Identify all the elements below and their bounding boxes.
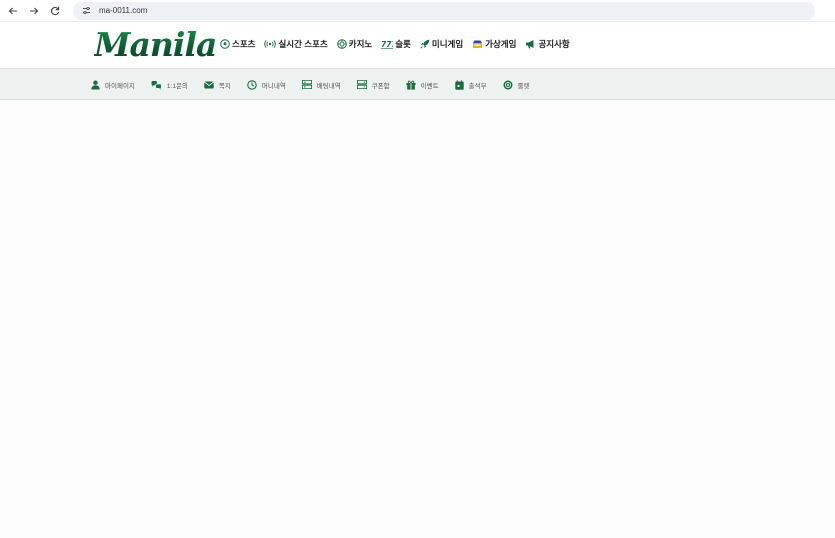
nav-label: 카지노 [348, 39, 373, 49]
site-logo[interactable]: Manila [94, 27, 217, 63]
nav-item-slot[interactable]: 777 슬롯 [381, 38, 411, 50]
coupon-icon [356, 80, 367, 89]
list-icon [301, 80, 312, 89]
subnav-label: 1:1문의 [166, 82, 188, 90]
nav-item-casino[interactable]: 카지노 [336, 38, 373, 50]
forward-arrow-icon[interactable] [25, 2, 43, 20]
casino-chip-icon [336, 39, 347, 49]
subnav-label: 출석부 [468, 82, 487, 90]
subnav-item-bet-history[interactable]: 배팅내역 [301, 80, 341, 90]
subnav-item-inquiry[interactable]: 1:1문의 [151, 80, 188, 90]
back-arrow-icon[interactable] [4, 2, 22, 20]
subnav-label: 마이페이지 [105, 82, 135, 90]
subnav-label: 머니내역 [261, 82, 286, 90]
url-text: ma-0011.com [99, 6, 148, 15]
nav-label: 미니게임 [431, 39, 464, 49]
subnav-label: 쪽지 [218, 82, 231, 90]
rocket-icon [420, 39, 430, 49]
nav-label: 공지사항 [538, 39, 570, 49]
gift-icon [406, 80, 416, 90]
subnav-item-mypage[interactable]: 마이페이지 [91, 80, 135, 90]
soccer-ball-icon [220, 39, 230, 49]
subnav-item-roulette[interactable]: 룰렛 [503, 80, 530, 90]
calendar-icon [454, 79, 464, 90]
subnav-item-event[interactable]: 이벤트 [406, 80, 439, 90]
subnav-label: 배팅내역 [316, 82, 341, 90]
nav-item-live-sports[interactable]: 실시간 스포츠 [264, 38, 328, 50]
subnav-label: 쿠폰함 [371, 82, 390, 90]
subnav-item-money-history[interactable]: 머니내역 [247, 79, 286, 90]
svg-text:777: 777 [381, 40, 393, 49]
address-bar[interactable]: ma-0011.com [73, 1, 815, 20]
user-icon [91, 80, 100, 89]
site-header: Manila 스포츠 실시간 스포츠 카지노 777 슬롯 미니게임 가상게임 … [0, 22, 835, 69]
subnav-item-message[interactable]: 쪽지 [204, 80, 231, 90]
sub-nav: 마이페이지 1:1문의 쪽지 머니내역 배팅내역 쿠폰함 이벤트 출석부 룰렛 [91, 69, 546, 100]
megaphone-icon [526, 40, 534, 49]
virtual-game-icon [473, 40, 483, 48]
roulette-icon [503, 80, 513, 89]
live-broadcast-icon [264, 40, 277, 48]
subnav-label: 룰렛 [517, 82, 530, 90]
nav-label: 스포츠 [232, 39, 256, 49]
chat-icon [151, 80, 162, 90]
nav-item-minigame[interactable]: 미니게임 [420, 38, 463, 50]
sub-nav-bar: 마이페이지 1:1문의 쪽지 머니내역 배팅내역 쿠폰함 이벤트 출석부 룰렛 [0, 69, 835, 100]
subnav-item-attendance[interactable]: 출석부 [454, 79, 487, 90]
nav-label: 실시간 스포츠 [278, 39, 328, 49]
main-nav: 스포츠 실시간 스포츠 카지노 777 슬롯 미니게임 가상게임 공지사항 [220, 38, 579, 50]
nav-item-notice[interactable]: 공지사항 [525, 38, 570, 50]
envelope-icon [204, 81, 214, 88]
nav-label: 슬롯 [395, 39, 411, 49]
clock-icon [247, 79, 257, 90]
reload-icon[interactable] [46, 2, 64, 20]
browser-toolbar: ma-0011.com [0, 0, 835, 22]
nav-item-virtual-game[interactable]: 가상게임 [472, 38, 516, 50]
slot-777-icon: 777 [381, 40, 394, 49]
nav-item-sports[interactable]: 스포츠 [220, 38, 255, 50]
page-content [0, 100, 835, 537]
subnav-label: 이벤트 [420, 82, 439, 90]
nav-label: 가상게임 [485, 39, 517, 49]
subnav-item-coupon[interactable]: 쿠폰함 [356, 80, 390, 90]
site-settings-icon[interactable] [79, 4, 93, 18]
